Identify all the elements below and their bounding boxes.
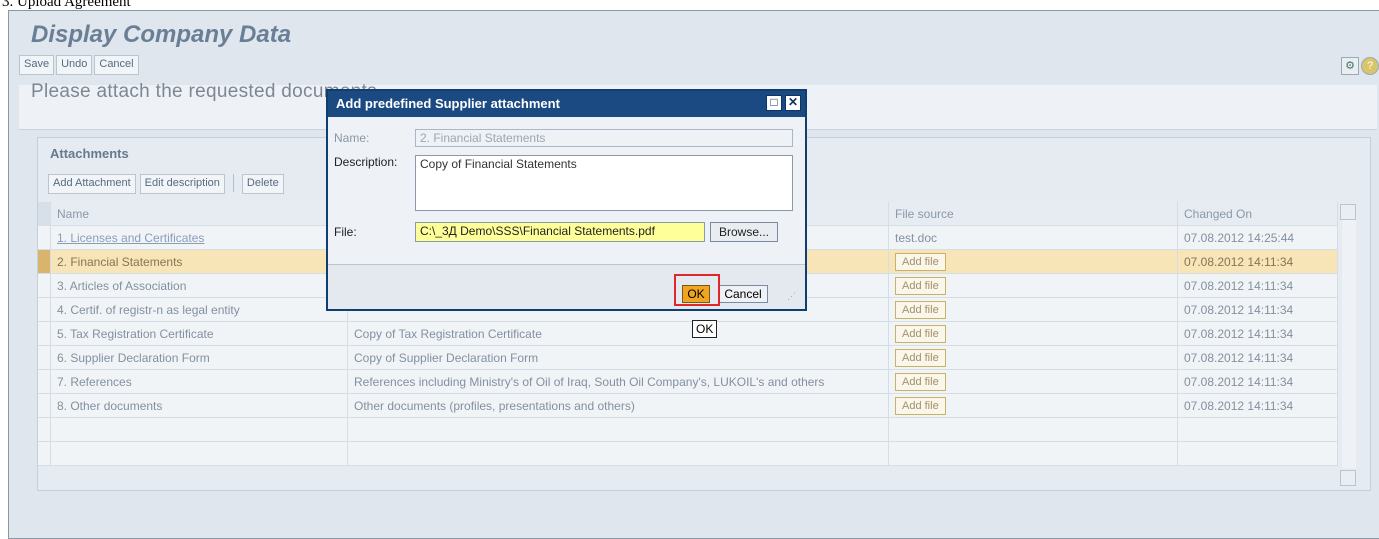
add-attachment-dialog: Add predefined Supplier attachment □ ✕ N… bbox=[326, 89, 807, 311]
scroll-up-button[interactable] bbox=[1340, 204, 1356, 220]
file-source-cell: test.doc bbox=[888, 225, 1178, 250]
empty-cell bbox=[347, 441, 889, 466]
personalize-icon[interactable]: ⚙ bbox=[1341, 57, 1359, 75]
row-selector bbox=[38, 417, 51, 442]
save-button[interactable]: Save bbox=[19, 55, 55, 75]
file-source-cell: Add file bbox=[888, 297, 1178, 322]
column-header-changed-on[interactable]: Changed On bbox=[1177, 202, 1338, 226]
description-cell: References including Ministry's of Oil o… bbox=[347, 369, 889, 394]
column-header-file-source[interactable]: File source bbox=[888, 202, 1178, 226]
cancel-button[interactable]: Cancel bbox=[94, 55, 139, 75]
empty-row bbox=[38, 417, 1338, 442]
vertical-scrollbar[interactable] bbox=[1342, 220, 1356, 468]
add-file-button[interactable]: Add file bbox=[895, 252, 946, 271]
row-selector bbox=[38, 441, 51, 466]
scroll-down-button[interactable] bbox=[1340, 470, 1356, 486]
close-icon[interactable]: ✕ bbox=[785, 95, 801, 111]
browse-button[interactable]: Browse... bbox=[710, 222, 779, 242]
empty-cell bbox=[888, 417, 1178, 442]
row-selector[interactable] bbox=[38, 249, 51, 274]
name-cell: 1. Licenses and Certificates bbox=[50, 225, 348, 250]
page-title: Display Company Data bbox=[31, 21, 292, 48]
edit-description-button[interactable]: Edit description bbox=[139, 174, 225, 194]
row-selector[interactable] bbox=[38, 393, 51, 418]
file-path-field[interactable]: C:\_3Д Demo\SSS\Financial Statements.pdf bbox=[415, 222, 705, 242]
add-file-button[interactable]: Add file bbox=[895, 348, 946, 367]
table-row[interactable]: 5. Tax Registration Certificate Copy of … bbox=[38, 321, 1338, 346]
description-cell: Other documents (profiles, presentations… bbox=[347, 393, 889, 418]
name-cell: 2. Financial Statements bbox=[50, 249, 348, 274]
ok-tooltip: OK bbox=[692, 320, 718, 338]
table-row[interactable]: 8. Other documents Other documents (prof… bbox=[38, 393, 1338, 418]
empty-row bbox=[38, 441, 1338, 466]
toolbar-separator bbox=[232, 174, 234, 192]
file-source-cell: Add file bbox=[888, 393, 1178, 418]
changed-on-cell: 07.08.2012 14:11:34 bbox=[1177, 393, 1338, 418]
dialog-titlebar: Add predefined Supplier attachment □ ✕ bbox=[328, 91, 805, 117]
name-cell: 7. References bbox=[50, 369, 348, 394]
add-file-button[interactable]: Add file bbox=[895, 372, 946, 391]
resize-grip-icon[interactable]: ⋰ bbox=[787, 291, 799, 303]
empty-cell bbox=[888, 441, 1178, 466]
changed-on-cell: 07.08.2012 14:11:34 bbox=[1177, 345, 1338, 370]
add-file-button[interactable]: Add file bbox=[895, 300, 946, 319]
table-row[interactable]: 7. References References including Minis… bbox=[38, 369, 1338, 394]
file-source-cell: Add file bbox=[888, 249, 1178, 274]
select-all-cell[interactable] bbox=[38, 202, 51, 226]
changed-on-cell: 07.08.2012 14:25:44 bbox=[1177, 225, 1338, 250]
corner-icons: ⚙ ? bbox=[1341, 57, 1379, 75]
changed-on-cell: 07.08.2012 14:11:34 bbox=[1177, 273, 1338, 298]
attachment-link[interactable]: 1. Licenses and Certificates bbox=[57, 231, 204, 245]
name-field: 2. Financial Statements bbox=[415, 129, 793, 147]
empty-cell bbox=[1177, 441, 1338, 466]
row-selector[interactable] bbox=[38, 225, 51, 250]
row-selector[interactable] bbox=[38, 297, 51, 322]
help-icon[interactable]: ? bbox=[1361, 57, 1379, 75]
row-selector[interactable] bbox=[38, 321, 51, 346]
maximize-icon[interactable]: □ bbox=[766, 95, 782, 111]
changed-on-cell: 07.08.2012 14:11:34 bbox=[1177, 369, 1338, 394]
add-file-button[interactable]: Add file bbox=[895, 324, 946, 343]
column-header-name[interactable]: Name bbox=[50, 202, 348, 226]
attachments-title: Attachments bbox=[50, 146, 129, 161]
description-cell: Copy of Tax Registration Certificate bbox=[347, 321, 889, 346]
dialog-cancel-button[interactable]: Cancel bbox=[718, 285, 768, 303]
row-selector[interactable] bbox=[38, 345, 51, 370]
changed-on-cell: 07.08.2012 14:11:34 bbox=[1177, 321, 1338, 346]
file-source-cell: Add file bbox=[888, 321, 1178, 346]
attachments-toolbar: Add Attachment Edit description Delete bbox=[48, 174, 284, 194]
name-label: Name: bbox=[334, 131, 370, 145]
empty-cell bbox=[50, 417, 348, 442]
row-selector[interactable] bbox=[38, 273, 51, 298]
dialog-window-buttons: □ ✕ bbox=[766, 95, 801, 111]
file-source-cell: Add file bbox=[888, 369, 1178, 394]
empty-cell bbox=[50, 441, 348, 466]
name-cell: 4. Certif. of registr-n as legal entity bbox=[50, 297, 348, 322]
table-row[interactable]: 6. Supplier Declaration Form Copy of Sup… bbox=[38, 345, 1338, 370]
file-label: File: bbox=[334, 225, 357, 239]
changed-on-cell: 07.08.2012 14:11:34 bbox=[1177, 249, 1338, 274]
delete-button[interactable]: Delete bbox=[241, 174, 284, 194]
changed-on-cell: 07.08.2012 14:11:34 bbox=[1177, 297, 1338, 322]
description-cell: Copy of Supplier Declaration Form bbox=[347, 345, 889, 370]
name-cell: 6. Supplier Declaration Form bbox=[50, 345, 348, 370]
row-selector[interactable] bbox=[38, 369, 51, 394]
add-attachment-button[interactable]: Add Attachment bbox=[48, 174, 136, 194]
add-file-button[interactable]: Add file bbox=[895, 396, 946, 415]
main-toolbar: Save Undo Cancel bbox=[19, 55, 139, 75]
description-label: Description: bbox=[334, 155, 398, 169]
add-file-button[interactable]: Add file bbox=[895, 276, 946, 295]
undo-button[interactable]: Undo bbox=[56, 55, 93, 75]
description-field[interactable]: Copy of Financial Statements bbox=[415, 155, 793, 211]
file-source-cell: Add file bbox=[888, 273, 1178, 298]
dialog-title: Add predefined Supplier attachment bbox=[336, 96, 560, 111]
empty-cell bbox=[1177, 417, 1338, 442]
empty-cell bbox=[347, 417, 889, 442]
name-cell: 8. Other documents bbox=[50, 393, 348, 418]
file-source-cell: Add file bbox=[888, 345, 1178, 370]
highlight-box bbox=[674, 274, 720, 306]
name-cell: 3. Articles of Association bbox=[50, 273, 348, 298]
name-cell: 5. Tax Registration Certificate bbox=[50, 321, 348, 346]
